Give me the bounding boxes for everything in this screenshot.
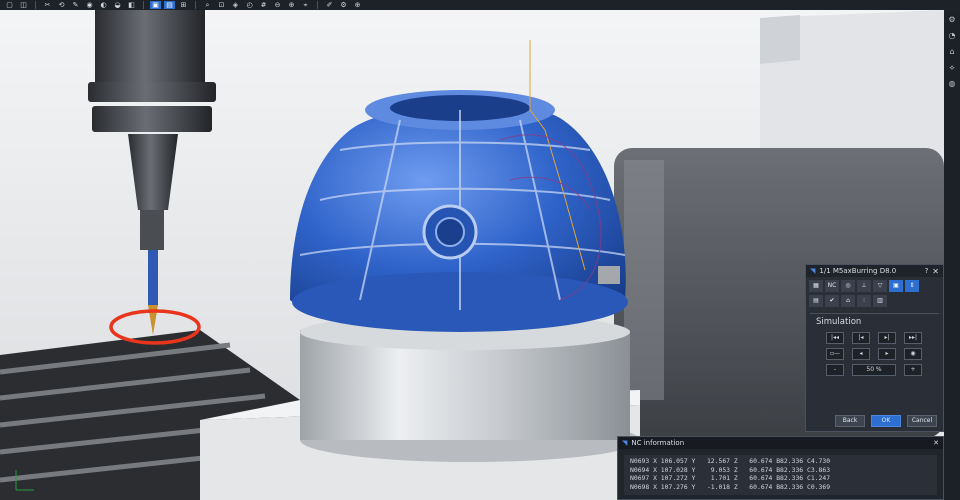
- panel-titlebar: ◥ 1/1 M5axBurring D8.0 ? ✕: [806, 265, 943, 277]
- play-forward-button[interactable]: ▸: [878, 348, 896, 360]
- cancel-button[interactable]: Cancel: [907, 415, 937, 427]
- right-rail: ⚙ ◔ ⌂ ⟡ ◍: [944, 10, 960, 500]
- toolbar-button-21[interactable]: ⚙: [338, 1, 349, 9]
- close-icon[interactable]: ✕: [932, 267, 939, 276]
- top-toolbar: ▢ ◫ ✂ ⟲ ✎ ◉ ◐ ◒ ◧ ▣ ▤ ⊞ ⌕ ⊡ ◈ ◴ # ⊖ ⊕ ⌖ …: [0, 0, 960, 10]
- tool-fixture-button[interactable]: ⌂: [841, 295, 855, 307]
- toolbar-button-11[interactable]: ⊞: [178, 1, 189, 9]
- toolbar-separator: [317, 1, 318, 9]
- tool-bars-button[interactable]: ⫶: [857, 295, 871, 307]
- back-button[interactable]: Back: [835, 415, 865, 427]
- toolbar-button-20[interactable]: ✐: [324, 1, 335, 9]
- nc-line: N0698 X 107.276 Y -1.018 Z 60.674 B82.33…: [630, 482, 831, 491]
- play-backward-button[interactable]: ◂: [852, 348, 870, 360]
- nc-information-window: ◥ NC information ✕ N0693 X 106.057 Y 12.…: [617, 436, 944, 500]
- toolbar-button-16[interactable]: #: [258, 1, 269, 9]
- nc-line: N0697 X 107.272 Y 1.701 Z 60.674 B82.336…: [630, 474, 831, 482]
- toolbar-button-10[interactable]: ▤: [164, 1, 175, 9]
- toolbar-button-12[interactable]: ⌕: [202, 1, 213, 9]
- toolbar-separator: [143, 1, 144, 9]
- app-logo-icon: ◥: [622, 439, 628, 447]
- tool-list-button[interactable]: ▤: [809, 295, 823, 307]
- tool-axis-button[interactable]: ⊥: [857, 280, 871, 292]
- nc-line: N0694 X 107.028 Y 9.053 Z 60.674 B82.336…: [630, 465, 831, 474]
- tool-view-button[interactable]: ◎: [841, 280, 855, 292]
- simulation-label: Simulation: [816, 317, 862, 327]
- nc-code-list[interactable]: N0693 X 106.057 Y 12.567 Z 60.674 B82.33…: [624, 455, 937, 495]
- tool-move-button[interactable]: ⇕: [905, 280, 919, 292]
- toolbar-button-17[interactable]: ⊖: [272, 1, 283, 9]
- speed-value: 50 %: [852, 364, 896, 376]
- rail-target-icon[interactable]: ◍: [949, 80, 956, 88]
- toolbar-button-4[interactable]: ✎: [70, 1, 81, 9]
- nc-titlebar: ◥ NC information ✕: [618, 437, 943, 449]
- skip-to-end-button[interactable]: ▸▸|: [904, 332, 922, 344]
- toolbar-button-9[interactable]: ▣: [150, 1, 161, 9]
- toolbar-button-5[interactable]: ◉: [84, 1, 95, 9]
- rail-shape-icon[interactable]: ⟡: [949, 64, 954, 72]
- nc-title: NC information: [631, 439, 685, 447]
- speed-decrease-button[interactable]: -: [826, 364, 844, 376]
- toolbar-separator: [195, 1, 196, 9]
- toolbar-button-15[interactable]: ◴: [244, 1, 255, 9]
- toolbar-button-7[interactable]: ◒: [112, 1, 123, 9]
- toolbar-button-8[interactable]: ◧: [126, 1, 137, 9]
- app-logo-icon: ◥: [810, 267, 816, 275]
- toolbar-button-0[interactable]: ▢: [4, 1, 15, 9]
- help-icon[interactable]: ?: [925, 267, 929, 275]
- panel-title: 1/1 M5axBurring D8.0: [819, 267, 897, 275]
- simulation-controls: |◂◂ |◂ ▸| ▸▸| ▫— ◂ ▸ ◉ - 50 % +: [826, 332, 939, 376]
- toolbar-button-18[interactable]: ⊕: [286, 1, 297, 9]
- toolbar-button-22[interactable]: ⊕: [352, 1, 363, 9]
- toolbar-button-19[interactable]: ⌖: [300, 1, 311, 9]
- rail-settings-icon[interactable]: ⚙: [948, 16, 955, 24]
- simulation-section: Simulation |◂◂ |◂ ▸| ▸▸| ▫— ◂ ▸ ◉ - 50 %…: [810, 313, 939, 376]
- tool-image-button[interactable]: ▥: [873, 295, 887, 307]
- nc-line: N0693 X 106.057 Y 12.567 Z 60.674 B82.33…: [630, 457, 831, 465]
- panel-toolbar-row-1: ▦ NC ◎ ⊥ ▽ ▣ ⇕: [806, 277, 943, 292]
- toolbar-button-3[interactable]: ⟲: [56, 1, 67, 9]
- tool-check-button[interactable]: ✔: [825, 295, 839, 307]
- tool-stock-button[interactable]: ▣: [889, 280, 903, 292]
- step-back-button[interactable]: |◂: [852, 332, 870, 344]
- tool-filter-button[interactable]: ▽: [873, 280, 887, 292]
- rail-timer-icon[interactable]: ◔: [949, 32, 956, 40]
- toolbar-button-13[interactable]: ⊡: [216, 1, 227, 9]
- step-forward-button[interactable]: ▸|: [878, 332, 896, 344]
- rail-home-icon[interactable]: ⌂: [949, 48, 954, 56]
- toolbar-button-14[interactable]: ◈: [230, 1, 241, 9]
- toolbar-button-2[interactable]: ✂: [42, 1, 53, 9]
- skip-to-start-button[interactable]: |◂◂: [826, 332, 844, 344]
- stop-button[interactable]: ▫—: [826, 348, 844, 360]
- simulation-panel: ◥ 1/1 M5axBurring D8.0 ? ✕ ▦ NC ◎ ⊥ ▽ ▣ …: [805, 264, 944, 432]
- record-button[interactable]: ◉: [904, 348, 922, 360]
- tool-nc-button[interactable]: NC: [825, 280, 839, 292]
- tool-grid-button[interactable]: ▦: [809, 280, 823, 292]
- toolbar-button-6[interactable]: ◐: [98, 1, 109, 9]
- toolbar-button-1[interactable]: ◫: [18, 1, 29, 9]
- panel-toolbar-row-2: ▤ ✔ ⌂ ⫶ ▥: [806, 292, 943, 307]
- speed-increase-button[interactable]: +: [904, 364, 922, 376]
- panel-footer: Back OK Cancel: [806, 415, 943, 427]
- close-icon[interactable]: ✕: [933, 439, 939, 447]
- toolbar-separator: [35, 1, 36, 9]
- ok-button[interactable]: OK: [871, 415, 901, 427]
